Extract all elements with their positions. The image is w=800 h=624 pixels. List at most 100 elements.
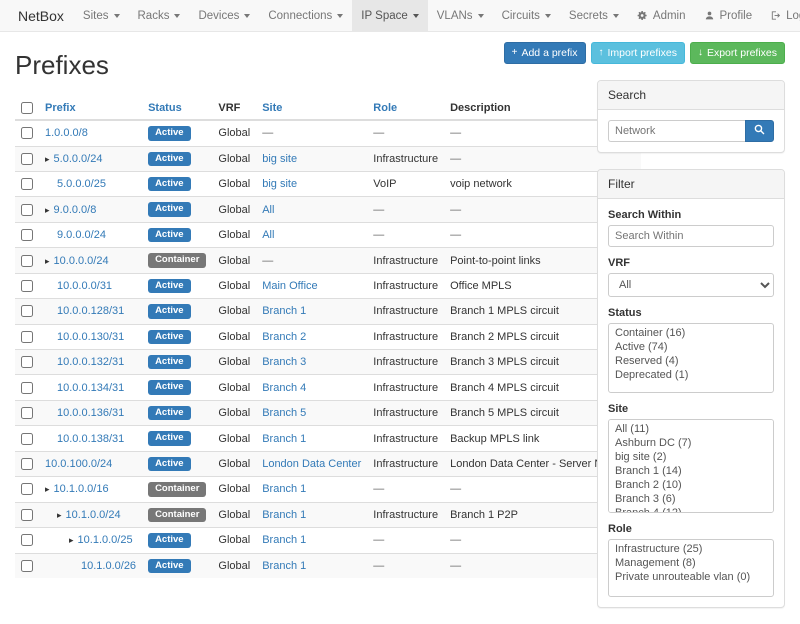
vrf-select[interactable]: All bbox=[608, 273, 774, 297]
export-prefixes-button[interactable]: ↓ Export prefixes bbox=[690, 42, 785, 64]
site-link[interactable]: Branch 2 bbox=[262, 331, 306, 343]
search-button[interactable] bbox=[745, 120, 774, 142]
expand-icon[interactable]: ▸ bbox=[69, 535, 74, 545]
role-multiselect[interactable]: Infrastructure (25)Management (8)Private… bbox=[608, 539, 774, 597]
expand-icon[interactable]: ▸ bbox=[45, 484, 50, 494]
site-link[interactable]: Branch 1 bbox=[262, 305, 306, 317]
row-checkbox[interactable] bbox=[21, 356, 33, 368]
filter-option[interactable]: big site (2) bbox=[611, 450, 771, 464]
row-checkbox[interactable] bbox=[21, 280, 33, 292]
prefix-link[interactable]: 9.0.0.0/8 bbox=[54, 204, 97, 216]
filter-option[interactable]: Branch 3 (6) bbox=[611, 492, 771, 506]
filter-option[interactable]: Branch 4 (12) bbox=[611, 506, 771, 513]
search-within-input[interactable] bbox=[608, 225, 774, 247]
column-header-prefix[interactable]: Prefix bbox=[39, 97, 142, 120]
filter-option[interactable]: Private unrouteable vlan (0) bbox=[611, 570, 771, 584]
prefix-link[interactable]: 10.1.0.0/26 bbox=[81, 560, 136, 572]
nav-item-secrets[interactable]: Secrets bbox=[560, 0, 628, 31]
filter-option[interactable]: Reserved (4) bbox=[611, 354, 771, 368]
site-link[interactable]: London Data Center bbox=[262, 458, 361, 470]
app-brand[interactable]: NetBox bbox=[8, 0, 74, 31]
column-header-status[interactable]: Status bbox=[142, 97, 212, 120]
site-multiselect[interactable]: All (11)Ashburn DC (7)big site (2)Branch… bbox=[608, 419, 774, 513]
prefix-link[interactable]: 10.0.0.136/31 bbox=[57, 407, 124, 419]
site-filter-label: Site bbox=[608, 403, 774, 415]
expand-icon[interactable]: ▸ bbox=[45, 256, 50, 266]
prefix-link[interactable]: 10.0.0.128/31 bbox=[57, 305, 124, 317]
filter-option[interactable]: Infrastructure (25) bbox=[611, 542, 771, 556]
site-link[interactable]: Branch 1 bbox=[262, 560, 306, 572]
site-link[interactable]: All bbox=[262, 204, 274, 216]
site-link[interactable]: Branch 5 bbox=[262, 407, 306, 419]
status-badge: Active bbox=[148, 355, 191, 369]
prefix-link[interactable]: 9.0.0.0/24 bbox=[57, 229, 106, 241]
profile-link[interactable]: Profile bbox=[695, 0, 762, 31]
row-checkbox[interactable] bbox=[21, 407, 33, 419]
nav-item-ip-space[interactable]: IP Space bbox=[352, 0, 427, 31]
prefix-link[interactable]: 10.0.0.0/24 bbox=[54, 255, 109, 267]
row-checkbox[interactable] bbox=[21, 560, 33, 572]
row-checkbox[interactable] bbox=[21, 153, 33, 165]
prefix-link[interactable]: 5.0.0.0/25 bbox=[57, 178, 106, 190]
site-link[interactable]: Branch 1 bbox=[262, 433, 306, 445]
site-link[interactable]: Branch 1 bbox=[262, 483, 306, 495]
prefix-link[interactable]: 10.0.0.130/31 bbox=[57, 331, 124, 343]
filter-option[interactable]: Management (8) bbox=[611, 556, 771, 570]
row-checkbox[interactable] bbox=[21, 305, 33, 317]
site-link[interactable]: All bbox=[262, 229, 274, 241]
select-all-checkbox[interactable] bbox=[21, 102, 33, 114]
search-input[interactable] bbox=[608, 120, 745, 142]
row-checkbox[interactable] bbox=[21, 127, 33, 139]
logout-link[interactable]: Log out bbox=[761, 0, 800, 31]
add-prefix-button[interactable]: + Add a prefix bbox=[504, 42, 586, 64]
row-checkbox[interactable] bbox=[21, 483, 33, 495]
prefix-link[interactable]: 10.1.0.0/16 bbox=[54, 483, 109, 495]
row-checkbox[interactable] bbox=[21, 178, 33, 190]
row-checkbox[interactable] bbox=[21, 204, 33, 216]
expand-icon[interactable]: ▸ bbox=[45, 205, 50, 215]
nav-item-racks[interactable]: Racks bbox=[129, 0, 190, 31]
expand-icon[interactable]: ▸ bbox=[57, 510, 62, 520]
admin-link[interactable]: Admin bbox=[628, 0, 695, 31]
filter-option[interactable]: All (11) bbox=[611, 422, 771, 436]
filter-option[interactable]: Active (74) bbox=[611, 340, 771, 354]
chevron-down-icon bbox=[337, 14, 343, 18]
filter-option[interactable]: Container (16) bbox=[611, 326, 771, 340]
nav-item-vlans[interactable]: VLANs bbox=[428, 0, 493, 31]
row-checkbox[interactable] bbox=[21, 382, 33, 394]
site-link[interactable]: big site bbox=[262, 153, 297, 165]
filter-option[interactable]: Ashburn DC (7) bbox=[611, 436, 771, 450]
site-link[interactable]: Branch 4 bbox=[262, 382, 306, 394]
prefix-link[interactable]: 1.0.0.0/8 bbox=[45, 127, 88, 139]
row-checkbox[interactable] bbox=[21, 255, 33, 267]
prefix-link[interactable]: 10.0.100.0/24 bbox=[45, 458, 112, 470]
site-link[interactable]: big site bbox=[262, 178, 297, 190]
site-link[interactable]: Branch 3 bbox=[262, 356, 306, 368]
prefix-link[interactable]: 10.0.0.0/31 bbox=[57, 280, 112, 292]
row-checkbox[interactable] bbox=[21, 534, 33, 546]
import-prefixes-button[interactable]: ↑ Import prefixes bbox=[591, 42, 685, 64]
row-checkbox[interactable] bbox=[21, 229, 33, 241]
prefix-link[interactable]: 10.0.0.138/31 bbox=[57, 433, 124, 445]
site-link[interactable]: Branch 1 bbox=[262, 534, 306, 546]
table-row: 5.0.0.0/25ActiveGlobalbig siteVoIPvoip n… bbox=[15, 171, 641, 196]
nav-item-circuits[interactable]: Circuits bbox=[493, 0, 560, 31]
row-checkbox[interactable] bbox=[21, 433, 33, 445]
row-checkbox[interactable] bbox=[21, 331, 33, 343]
status-multiselect[interactable]: Container (16)Active (74)Reserved (4)Dep… bbox=[608, 323, 774, 393]
prefix-link[interactable]: 5.0.0.0/24 bbox=[54, 153, 103, 165]
nav-item-sites[interactable]: Sites bbox=[74, 0, 129, 31]
prefix-link[interactable]: 10.0.0.134/31 bbox=[57, 382, 124, 394]
filter-option[interactable]: Deprecated (1) bbox=[611, 368, 771, 382]
nav-item-devices[interactable]: Devices bbox=[189, 0, 259, 31]
prefix-link[interactable]: 10.1.0.0/25 bbox=[78, 534, 133, 546]
nav-item-connections[interactable]: Connections bbox=[259, 0, 352, 31]
prefix-link[interactable]: 10.0.0.132/31 bbox=[57, 356, 124, 368]
column-header-site[interactable]: Site bbox=[256, 97, 367, 120]
site-link[interactable]: Main Office bbox=[262, 280, 317, 292]
filter-option[interactable]: Branch 2 (10) bbox=[611, 478, 771, 492]
column-header-role[interactable]: Role bbox=[367, 97, 444, 120]
filter-option[interactable]: Branch 1 (14) bbox=[611, 464, 771, 478]
row-checkbox[interactable] bbox=[21, 458, 33, 470]
expand-icon[interactable]: ▸ bbox=[45, 154, 50, 164]
